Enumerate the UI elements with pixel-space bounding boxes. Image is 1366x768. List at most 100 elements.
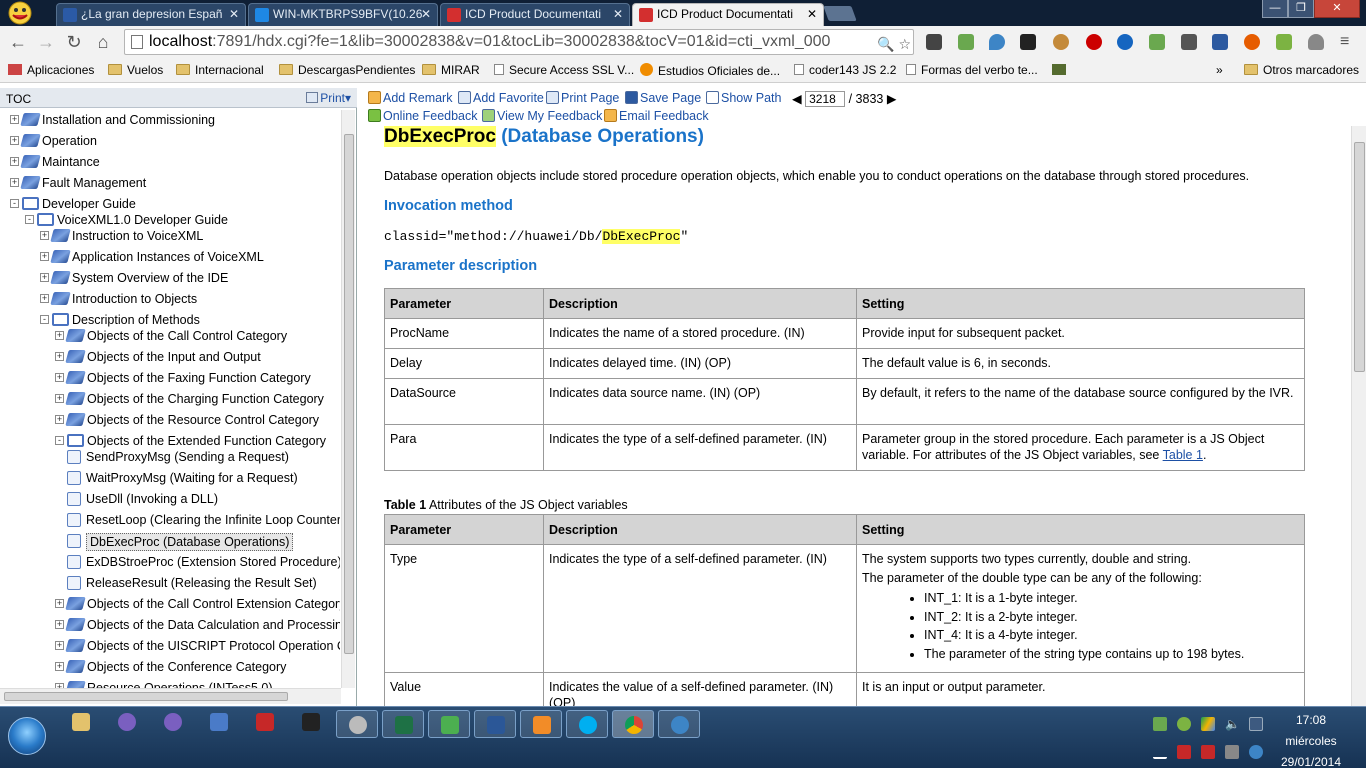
extension-download-icon[interactable] bbox=[1212, 34, 1228, 50]
toc-node[interactable]: + Objects of the Input and Output bbox=[55, 347, 340, 367]
bookmark-internacional[interactable]: Internacional bbox=[176, 63, 264, 77]
expand-icon[interactable]: + bbox=[10, 178, 19, 187]
taskbar-excel-button[interactable] bbox=[382, 710, 424, 738]
bookmark-extension-icon[interactable] bbox=[1052, 63, 1071, 77]
bookmark-descargas[interactable]: DescargasPendientes bbox=[279, 63, 415, 77]
close-tab-icon[interactable]: ✕ bbox=[807, 7, 817, 21]
prev-page-button[interactable]: ◀ bbox=[792, 92, 802, 106]
bookmark-star-icon[interactable]: ☆ bbox=[898, 36, 911, 52]
menu-icon[interactable]: ≡ bbox=[1340, 34, 1356, 50]
add-favorite-button[interactable]: Add Favorite bbox=[458, 91, 544, 105]
tab-win-mktbrps[interactable]: WIN-MKTBRPS9BFV(10.26 ✕ bbox=[248, 3, 438, 26]
toc-node[interactable]: ResetLoop (Clearing the Infinite Loop Co… bbox=[67, 510, 340, 530]
toc-horizontal-scrollbar[interactable] bbox=[0, 688, 341, 704]
toc-node[interactable]: + Objects of the Conference Category bbox=[55, 657, 340, 677]
extension-cube-icon[interactable] bbox=[1276, 34, 1292, 50]
signal-icon[interactable] bbox=[1153, 745, 1167, 759]
doc-scroll-thumb[interactable] bbox=[1354, 142, 1365, 372]
close-tab-icon[interactable]: ✕ bbox=[229, 7, 239, 21]
collapse-icon[interactable]: - bbox=[40, 315, 49, 324]
extension-wrench-icon[interactable] bbox=[1181, 34, 1197, 50]
expand-icon[interactable]: + bbox=[40, 231, 49, 240]
toc-node[interactable]: + Introduction to Objects bbox=[40, 289, 340, 309]
bookmark-formas-verbo[interactable]: Formas del verbo te... bbox=[906, 63, 1038, 77]
expand-icon[interactable]: + bbox=[55, 373, 64, 382]
expand-icon[interactable]: + bbox=[55, 662, 64, 671]
tab-la-gran-depresion[interactable]: ¿La gran depresion Españ ✕ bbox=[56, 3, 246, 26]
expand-icon[interactable]: + bbox=[40, 273, 49, 282]
toc-node[interactable]: ExDBStroeProc (Extension Stored Procedur… bbox=[67, 552, 340, 572]
network-icon[interactable] bbox=[210, 713, 228, 731]
toc-node[interactable]: + Objects of the Faxing Function Category bbox=[55, 368, 340, 388]
app-sphere-icon[interactable] bbox=[118, 713, 136, 731]
taskbar-sublime-button[interactable] bbox=[520, 710, 562, 738]
expand-icon[interactable]: + bbox=[10, 136, 19, 145]
taskbar-word-button[interactable] bbox=[474, 710, 516, 738]
toc-node[interactable]: + Objects of the Charging Function Catego… bbox=[55, 389, 340, 409]
toc-node[interactable]: ReleaseResult (Releasing the Result Set) bbox=[67, 573, 340, 593]
toc-node[interactable]: UseDll (Invoking a DLL) bbox=[67, 489, 340, 509]
app-sphere-2-icon[interactable] bbox=[164, 713, 182, 731]
taskbar-chrome-button[interactable] bbox=[612, 710, 654, 738]
save-page-button[interactable]: Save Page bbox=[625, 91, 701, 105]
page-number-input[interactable] bbox=[805, 91, 846, 107]
expand-icon[interactable]: + bbox=[10, 115, 19, 124]
extension-basket-icon[interactable] bbox=[958, 34, 974, 50]
expand-icon[interactable]: + bbox=[55, 331, 64, 340]
toc-node[interactable]: WaitProxyMsg (Waiting for a Request) bbox=[67, 468, 340, 488]
toc-node[interactable]: + Operation bbox=[10, 131, 340, 151]
language-icon[interactable] bbox=[1249, 717, 1263, 731]
doc-vertical-scrollbar[interactable] bbox=[1351, 126, 1366, 706]
tab-icd-doc-active[interactable]: ICD Product Documentati ✕ bbox=[632, 3, 824, 26]
extension-cookie-icon[interactable] bbox=[1053, 34, 1069, 50]
extension-fire-icon[interactable] bbox=[1244, 34, 1260, 50]
toc-node[interactable]: + Objects of the UISCRIPT Protocol Operat… bbox=[55, 636, 340, 656]
home-button[interactable]: ⌂ bbox=[91, 30, 115, 54]
toc-node[interactable]: + Objects of the Call Control Category bbox=[55, 326, 340, 346]
extension-notification-icon[interactable] bbox=[1117, 34, 1133, 50]
close-tab-icon[interactable]: ✕ bbox=[613, 7, 623, 21]
toc-node[interactable]: + System Overview of the IDE bbox=[40, 268, 340, 288]
add-remark-button[interactable]: Add Remark bbox=[368, 91, 452, 105]
toc-vertical-scrollbar[interactable] bbox=[341, 110, 355, 688]
filezilla-icon[interactable] bbox=[256, 713, 274, 731]
address-bar[interactable]: localhost:7891/hdx.cgi?fe=1&lib=30002838… bbox=[124, 29, 914, 55]
extension-mask-icon[interactable] bbox=[1020, 34, 1036, 50]
bookmark-otros[interactable]: Otros marcadores bbox=[1244, 63, 1359, 77]
toc-node[interactable]: + Maintance bbox=[10, 152, 340, 172]
new-tab-button[interactable] bbox=[823, 6, 857, 21]
expand-icon[interactable]: + bbox=[55, 352, 64, 361]
expand-icon[interactable]: + bbox=[55, 599, 64, 608]
table1-link[interactable]: Table 1 bbox=[1163, 448, 1203, 462]
bookmark-coder143[interactable]: coder143 JS 2.2 bbox=[794, 63, 896, 77]
back-button[interactable]: ← bbox=[6, 30, 30, 54]
bookmark-estudios[interactable]: Estudios Oficiales de... bbox=[640, 63, 780, 78]
volume-icon[interactable]: 🔈 bbox=[1225, 717, 1240, 731]
toc-scroll-thumb[interactable] bbox=[344, 134, 354, 654]
taskbar-skype-button[interactable] bbox=[566, 710, 608, 738]
tray-network-icon[interactable] bbox=[1249, 745, 1263, 759]
toc-hscroll-thumb[interactable] bbox=[4, 692, 288, 701]
maximize-button[interactable]: ❐ bbox=[1288, 0, 1314, 18]
expand-icon[interactable]: + bbox=[40, 252, 49, 261]
toc-node[interactable]: SendProxyMsg (Sending a Request) bbox=[67, 447, 340, 467]
tray-alert-icon[interactable] bbox=[1177, 745, 1191, 759]
forward-button[interactable]: → bbox=[34, 30, 58, 54]
toc-node[interactable]: + Objects of the Data Calculation and Pro… bbox=[55, 615, 340, 635]
close-tab-icon[interactable]: ✕ bbox=[421, 7, 431, 21]
system-clock[interactable]: 17:08 miércoles 29/01/2014 bbox=[1276, 710, 1346, 768]
start-button[interactable] bbox=[8, 717, 46, 755]
show-path-button[interactable]: Show Path bbox=[706, 91, 781, 105]
email-feedback-button[interactable]: Email Feedback bbox=[604, 109, 709, 123]
bookmark-vuelos[interactable]: Vuelos bbox=[108, 63, 163, 77]
toc-node[interactable]: + Resource Operations (INTess5.0) bbox=[55, 678, 340, 688]
zoom-icon[interactable]: 🔍 bbox=[877, 36, 894, 52]
expand-icon[interactable]: + bbox=[55, 394, 64, 403]
user-avatar-icon[interactable] bbox=[4, 1, 36, 25]
view-feedback-button[interactable]: View My Feedback bbox=[482, 109, 602, 123]
tray-clipboard-icon[interactable] bbox=[1225, 745, 1239, 759]
terminal-icon[interactable] bbox=[302, 713, 320, 731]
taskbar-chat-button[interactable] bbox=[658, 710, 700, 738]
toc-node[interactable]: + Installation and Commissioning bbox=[10, 110, 340, 130]
expand-icon[interactable]: + bbox=[10, 157, 19, 166]
